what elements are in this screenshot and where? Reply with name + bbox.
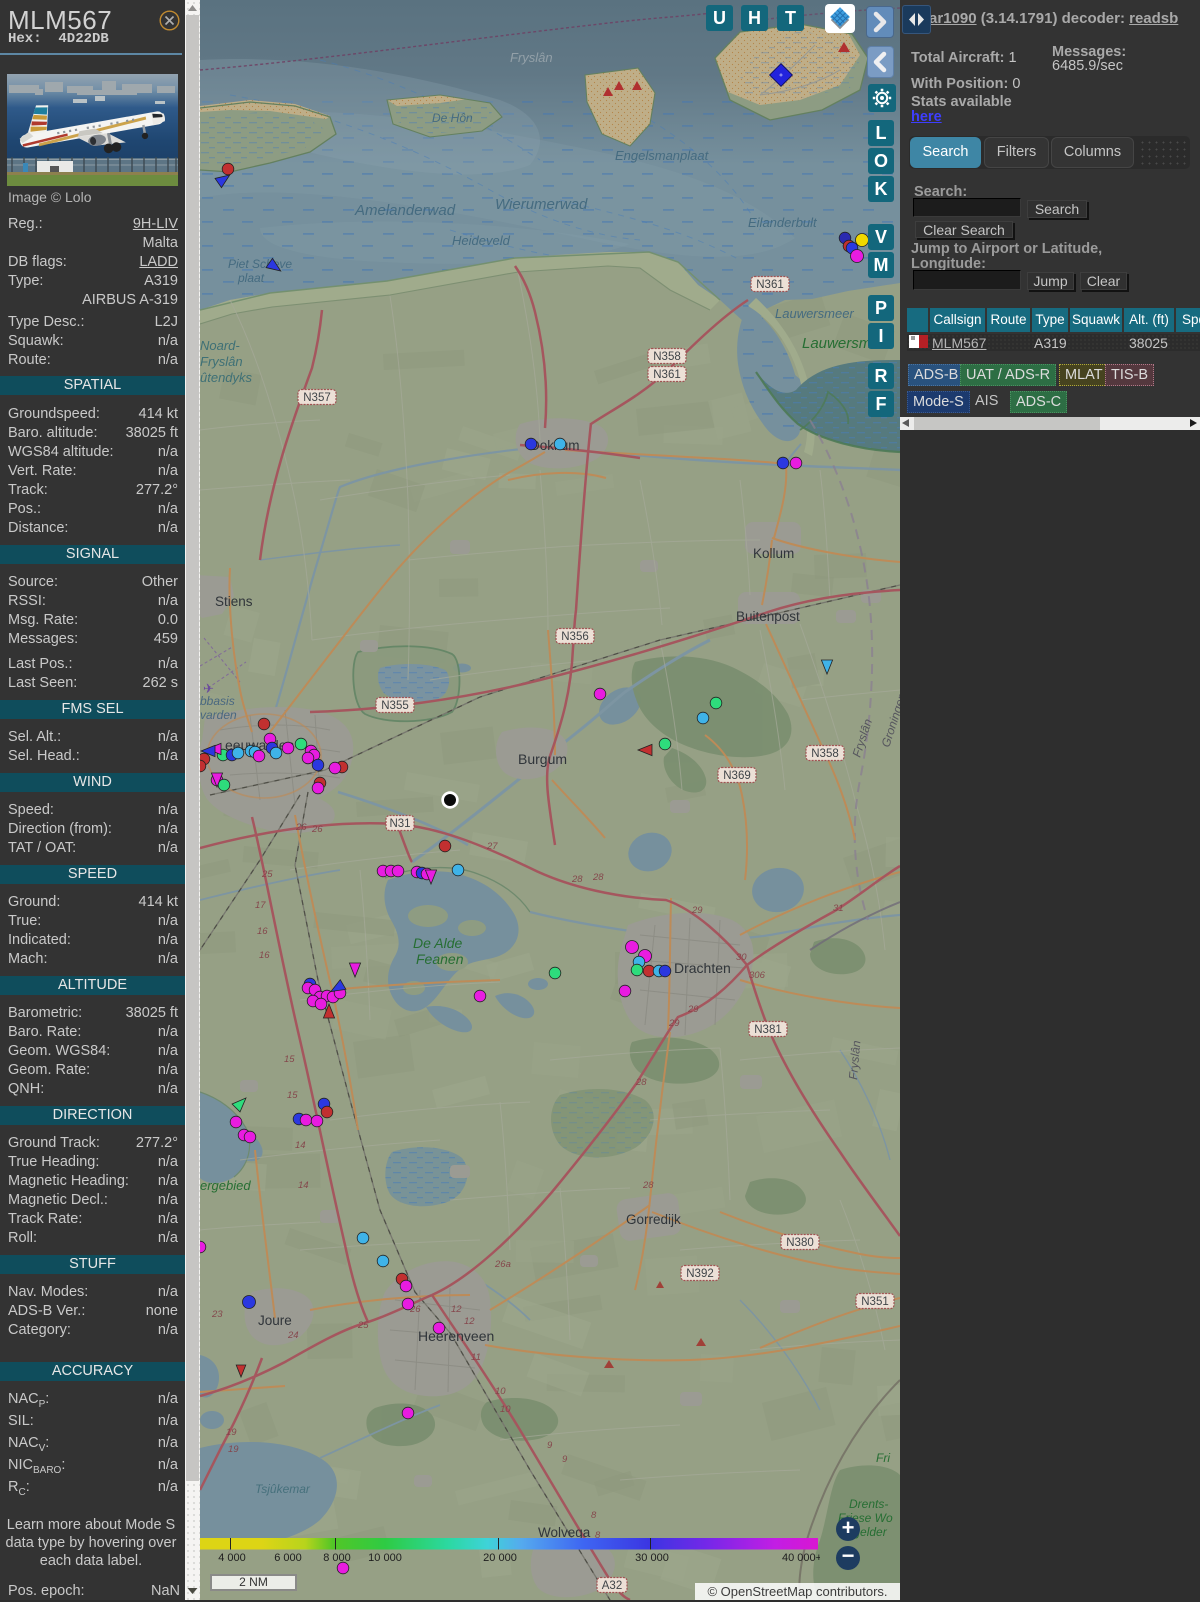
svg-text:28: 28 [642,1180,654,1191]
svg-text:N351: N351 [861,1296,889,1308]
svg-text:Drachten: Drachten [674,960,731,976]
svg-text:9: 9 [562,1454,568,1465]
svg-text:14: 14 [295,1140,306,1151]
svg-text:Lauwersmeer: Lauwersmeer [775,306,854,321]
svg-text:Eilanderbult: Eilanderbult [748,215,818,230]
svg-text:Wierumerwad: Wierumerwad [495,196,588,213]
svg-text:N369: N369 [723,770,751,782]
svg-text:10: 10 [500,1404,511,1415]
svg-text:12: 12 [451,1304,462,1315]
svg-text:26: 26 [295,822,307,833]
svg-text:Fri: Fri [876,1451,890,1465]
svg-text:N361: N361 [756,279,784,291]
svg-text:N357: N357 [303,392,331,404]
svg-text:N380: N380 [786,1237,814,1249]
svg-text:30: 30 [736,952,747,963]
svg-text:30 000: 30 000 [635,1552,669,1564]
svg-text:23: 23 [211,1309,223,1320]
svg-text:26a: 26a [494,1259,511,1270]
svg-text:Engelsmanplaat: Engelsmanplaat [615,148,710,163]
svg-text:25: 25 [261,869,273,880]
svg-text:plaat: plaat [237,271,265,285]
svg-text:Piet Scheve: Piet Scheve [228,257,292,271]
svg-text:15: 15 [287,1090,298,1101]
svg-text:Stiens: Stiens [215,594,253,609]
svg-text:28: 28 [592,872,604,883]
svg-text:16: 16 [257,926,268,937]
svg-text:Heerenveen: Heerenveen [418,1328,494,1344]
svg-text:N358: N358 [811,748,839,760]
svg-text:Feanen: Feanen [416,951,464,967]
svg-text:Kollum: Kollum [753,546,794,561]
svg-text:17: 17 [255,900,266,911]
svg-text:N392: N392 [686,1268,714,1280]
svg-text:N381: N381 [754,1024,782,1036]
svg-text:26: 26 [311,824,323,835]
svg-text:N355: N355 [381,700,409,712]
svg-text:12: 12 [464,1316,475,1327]
svg-text:Noard-: Noard- [200,338,240,353]
svg-text:De Alde: De Alde [413,935,463,951]
svg-text:28: 28 [635,1077,647,1088]
svg-text:Buitenpost: Buitenpost [736,609,800,624]
svg-text:27: 27 [486,841,498,852]
svg-text:N358: N358 [653,351,681,363]
svg-text:N31: N31 [389,818,410,830]
svg-text:✈: ✈ [203,681,214,696]
svg-text:ûtendyks: ûtendyks [200,370,253,385]
svg-text:A32: A32 [602,1580,622,1592]
svg-text:6 000: 6 000 [274,1552,302,1564]
svg-text:20 000: 20 000 [483,1552,517,1564]
svg-text:11: 11 [471,1352,481,1363]
svg-text:ergebied: ergebied [200,1178,251,1193]
svg-text:Fryslân: Fryslân [510,50,553,65]
svg-text:bbasis: bbasis [200,694,235,708]
svg-text:16: 16 [259,950,270,961]
svg-text:19: 19 [226,1427,237,1438]
svg-text:29: 29 [691,905,703,916]
svg-text:Tsjûkemar: Tsjûkemar [255,1482,311,1496]
svg-text:25: 25 [357,1320,369,1331]
svg-text:Drents-: Drents- [849,1497,888,1511]
svg-text:Gorredijk: Gorredijk [626,1212,681,1227]
svg-text:Fryslân: Fryslân [200,354,243,369]
svg-text:15: 15 [284,1054,295,1065]
svg-text:29: 29 [687,1004,699,1015]
svg-text:24: 24 [287,1330,299,1341]
svg-text:N356: N356 [561,631,589,643]
svg-text:Joure: Joure [258,1313,292,1328]
svg-text:Lauwersm: Lauwersm [802,335,871,352]
svg-text:De Hôn: De Hôn [432,111,473,125]
svg-text:8: 8 [591,1510,597,1521]
svg-text:9: 9 [547,1440,553,1451]
svg-text:4 000: 4 000 [218,1552,246,1564]
svg-text:31: 31 [833,903,844,914]
svg-text:N361: N361 [653,369,681,381]
svg-text:Burgum: Burgum [518,751,567,767]
svg-text:varden: varden [200,708,237,722]
svg-text:8 000: 8 000 [323,1552,351,1564]
svg-text:306: 306 [749,970,766,981]
svg-text:14: 14 [298,1180,309,1191]
svg-text:Heideveld: Heideveld [452,233,511,248]
svg-text:29: 29 [668,1018,680,1029]
svg-text:28: 28 [571,874,583,885]
svg-text:10: 10 [495,1386,506,1397]
svg-text:19: 19 [228,1444,239,1455]
svg-text:40 000+: 40 000+ [782,1552,820,1564]
svg-text:10 000: 10 000 [368,1552,402,1564]
svg-text:Amelanderwad: Amelanderwad [354,202,456,219]
